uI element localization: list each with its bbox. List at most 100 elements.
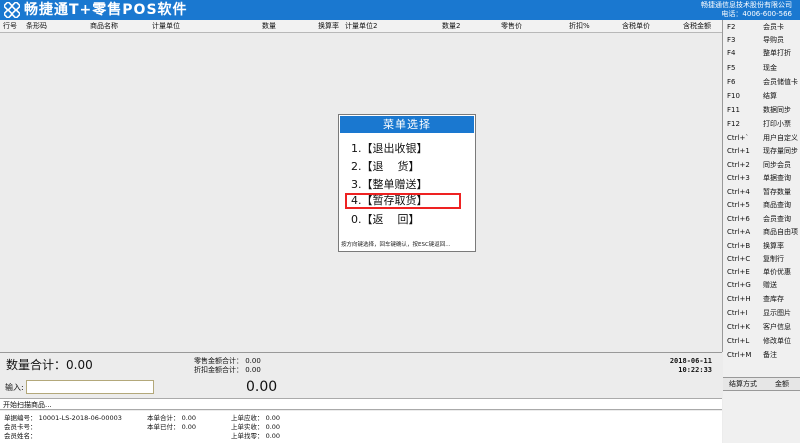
fkey-label: 会员卡	[763, 23, 784, 31]
current-time: 10:22:33	[678, 366, 712, 374]
order-total: 本单合计： 0.00	[147, 414, 197, 422]
fkey-shortcut: F11	[727, 106, 740, 114]
col-tax-amount[interactable]: 含税金额	[683, 22, 711, 31]
fkey-user-defined[interactable]: Ctrl+` 用户自定义	[723, 132, 800, 145]
col-product-name[interactable]: 商品名称	[90, 22, 118, 31]
fkey-shortcut: Ctrl+B	[727, 242, 751, 250]
col-conversion-rate[interactable]: 换算率	[318, 22, 339, 31]
current-amount: 0.00	[246, 379, 278, 395]
fkey-label: 结算	[763, 92, 777, 100]
grid-header: 行号 条形码 商品名称 计量单位 数量 换算率 计量单位2 数量2 零售价 折扣…	[0, 20, 722, 33]
fkey-print-receipt[interactable]: F12 打印小票	[723, 118, 800, 131]
fkey-change-unit[interactable]: Ctrl+L 修改单位	[723, 335, 800, 348]
col-unit2[interactable]: 计量单位2	[345, 22, 377, 31]
fkey-shortcut: Ctrl+4	[727, 188, 750, 196]
fkey-label: 单据查询	[763, 174, 791, 182]
fkey-gift[interactable]: Ctrl+G 赠送	[723, 279, 800, 292]
col-barcode[interactable]: 条形码	[26, 22, 47, 31]
fkey-label: 打印小票	[763, 120, 791, 128]
scan-input[interactable]	[26, 380, 154, 394]
fkey-sync-member[interactable]: Ctrl+2 同步会员	[723, 159, 800, 172]
fkey-label: 现金	[763, 64, 777, 72]
fkey-shortcut: Ctrl+5	[727, 201, 750, 209]
fkey-label: 换算率	[763, 242, 784, 250]
fkey-check-stock[interactable]: Ctrl+H 查库存	[723, 293, 800, 306]
fkey-remark[interactable]: Ctrl+M 备注	[723, 349, 800, 362]
qty-total-label: 数量合计：	[6, 358, 67, 372]
fkey-doc-query[interactable]: Ctrl+3 单据查询	[723, 172, 800, 185]
fkey-label: 修改单位	[763, 337, 791, 345]
fkey-guide[interactable]: F3 导购员	[723, 34, 800, 47]
fkey-order-discount[interactable]: F4 整单打折	[723, 47, 800, 60]
fkey-shortcut: F10	[727, 92, 740, 100]
fkey-shortcut: Ctrl+G	[727, 281, 751, 289]
fkey-label: 商品自由项	[763, 228, 798, 236]
fkey-price-discount[interactable]: Ctrl+E 单价优惠	[723, 266, 800, 279]
fkey-member-card[interactable]: F2 会员卡	[723, 21, 800, 34]
fkey-shortcut: Ctrl+A	[727, 228, 751, 236]
app-logo-icon	[4, 2, 20, 18]
fkey-label: 整单打折	[763, 49, 791, 57]
fkey-shortcut: F4	[727, 49, 736, 57]
col-discount[interactable]: 折扣%	[569, 22, 590, 31]
fkey-stock-sync[interactable]: Ctrl+1 现存量同步	[723, 145, 800, 158]
last-received: 上单实收： 0.00	[231, 423, 281, 431]
menu-back[interactable]: 0.【返 回】	[351, 213, 419, 227]
fkey-shortcut: F3	[727, 36, 736, 44]
fkey-cash[interactable]: F5 现金	[723, 62, 800, 75]
menu-exit-checkout[interactable]: 1.【退出收银】	[351, 142, 428, 156]
fkey-label: 赠送	[763, 281, 777, 289]
fkey-label: 会员储值卡	[763, 78, 798, 86]
col-retail-price[interactable]: 零售价	[501, 22, 522, 31]
dialog-hint: 按方向键选择，回车键确认，按ESC键返回...	[341, 242, 451, 248]
fkey-shortcut: Ctrl+3	[727, 174, 750, 182]
fkey-product-free-item[interactable]: Ctrl+A 商品自由项	[723, 226, 800, 239]
fkey-shortcut: Ctrl+1	[727, 147, 750, 155]
menu-whole-order-gift[interactable]: 3.【整单赠送】	[351, 178, 428, 192]
col-row-no[interactable]: 行号	[3, 22, 17, 31]
fkey-stored-value-card[interactable]: F6 会员储值卡	[723, 76, 800, 89]
fkey-shortcut: Ctrl+I	[727, 309, 748, 317]
menu-hold-retrieve[interactable]: 4.【暂存取货】	[345, 193, 461, 209]
fkey-data-sync[interactable]: F11 数据同步	[723, 104, 800, 117]
fkey-label: 显示图片	[763, 309, 791, 317]
fkey-settle[interactable]: F10 结算	[723, 90, 800, 103]
retail-amount-total: 零售金额合计： 0.00	[194, 357, 261, 365]
fkey-label: 会员查询	[763, 215, 791, 223]
menu-return-goods[interactable]: 2.【退 货】	[351, 160, 419, 174]
settlement-method-col: 结算方式	[729, 380, 757, 388]
support-phone: 电话：4006-600-566	[721, 10, 792, 18]
fkey-shortcut: Ctrl+K	[727, 323, 750, 331]
qty-total: 数量合计：0.00	[6, 358, 93, 372]
order-info: 单据编号： 10001-LS-2018-06-00003 会员卡号： 会员姓名：…	[0, 411, 722, 443]
col-quantity[interactable]: 数量	[262, 22, 276, 31]
fkey-shortcut: Ctrl+H	[727, 295, 751, 303]
fkey-conversion-rate[interactable]: Ctrl+B 换算率	[723, 240, 800, 253]
menu-select-dialog: 菜单选择 1.【退出收银】 2.【退 货】 3.【整单赠送】 4.【暂存取货】 …	[338, 114, 476, 252]
col-tax-unit-price[interactable]: 含税单价	[622, 22, 650, 31]
order-paid: 本单已付： 0.00	[147, 423, 197, 431]
fkey-member-query[interactable]: Ctrl+6 会员查询	[723, 213, 800, 226]
qty-total-value: 0.00	[66, 358, 93, 372]
col-unit[interactable]: 计量单位	[152, 22, 180, 31]
col-quantity2[interactable]: 数量2	[442, 22, 460, 31]
member-name: 会员姓名：	[4, 432, 37, 440]
company-name: 畅捷通信息技术股份有限公司	[701, 1, 792, 9]
fkey-shortcut: Ctrl+2	[727, 161, 750, 169]
fkey-product-query[interactable]: Ctrl+5 商品查询	[723, 199, 800, 212]
fkey-label: 导购员	[763, 36, 784, 44]
fkey-copy-row[interactable]: Ctrl+C 复制行	[723, 253, 800, 266]
fkey-shortcut: Ctrl+6	[727, 215, 750, 223]
summary-bar: 数量合计：0.00 零售金额合计： 0.00 折扣金额合计： 0.00 2018…	[0, 352, 722, 378]
fkey-shortcut: Ctrl+M	[727, 351, 752, 359]
fkey-shortcut: Ctrl+L	[727, 337, 750, 345]
fkey-shortcut: F12	[727, 120, 740, 128]
fkey-label: 同步会员	[763, 161, 791, 169]
settlement-header: 结算方式 金额	[723, 377, 800, 391]
fkey-customer-info[interactable]: Ctrl+K 客户信息	[723, 321, 800, 334]
fkey-show-image[interactable]: Ctrl+I 显示图片	[723, 307, 800, 320]
fkey-held-qty[interactable]: Ctrl+4 暂存数量	[723, 186, 800, 199]
fkey-shortcut: Ctrl+`	[727, 134, 749, 142]
current-date: 2018-06-11	[669, 357, 712, 365]
fkey-label: 暂存数量	[763, 188, 791, 196]
